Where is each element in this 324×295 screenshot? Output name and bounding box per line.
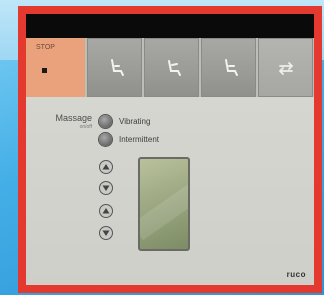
stop-indicator (42, 68, 47, 73)
top-bar (26, 14, 314, 38)
stop-button[interactable]: STOP (26, 38, 85, 97)
remote-frame: STOP Massage on/off Vibrating Intermitte… (18, 6, 322, 293)
intermittent-label: Intermittent (119, 135, 160, 144)
swap-arrows-icon (278, 61, 293, 75)
arrow-down-button-1[interactable] (99, 181, 113, 195)
massage-subtitle: on/off (79, 124, 92, 130)
stop-label: STOP (36, 44, 55, 51)
vibrating-label: Vibrating (119, 117, 151, 126)
arrow-up-button-2[interactable] (99, 204, 113, 218)
chair-recline-icon (167, 59, 181, 76)
lcd-display (138, 157, 190, 251)
massage-label: Massage on/off (46, 114, 92, 132)
swap-button[interactable] (258, 38, 313, 97)
arrow-up-icon (102, 164, 110, 170)
function-button-row: STOP (26, 38, 314, 97)
lcd-glare (140, 177, 188, 241)
chair-recline-icon (110, 58, 124, 76)
position-button-2[interactable] (144, 38, 199, 97)
arrow-down-icon (102, 185, 110, 191)
brand-logo: ruco (286, 270, 306, 279)
vibrating-button[interactable] (99, 115, 112, 128)
arrow-down-button-2[interactable] (99, 226, 113, 240)
massage-title: Massage (55, 113, 92, 123)
arrow-down-icon (102, 230, 110, 236)
arrow-up-icon (102, 208, 110, 214)
position-button-1[interactable] (87, 38, 142, 97)
chair-recline-icon (224, 58, 238, 76)
remote-panel: STOP Massage on/off Vibrating Intermitte… (26, 14, 314, 285)
intermittent-button[interactable] (99, 133, 112, 146)
arrow-up-button-1[interactable] (99, 160, 113, 174)
position-button-3[interactable] (201, 38, 256, 97)
